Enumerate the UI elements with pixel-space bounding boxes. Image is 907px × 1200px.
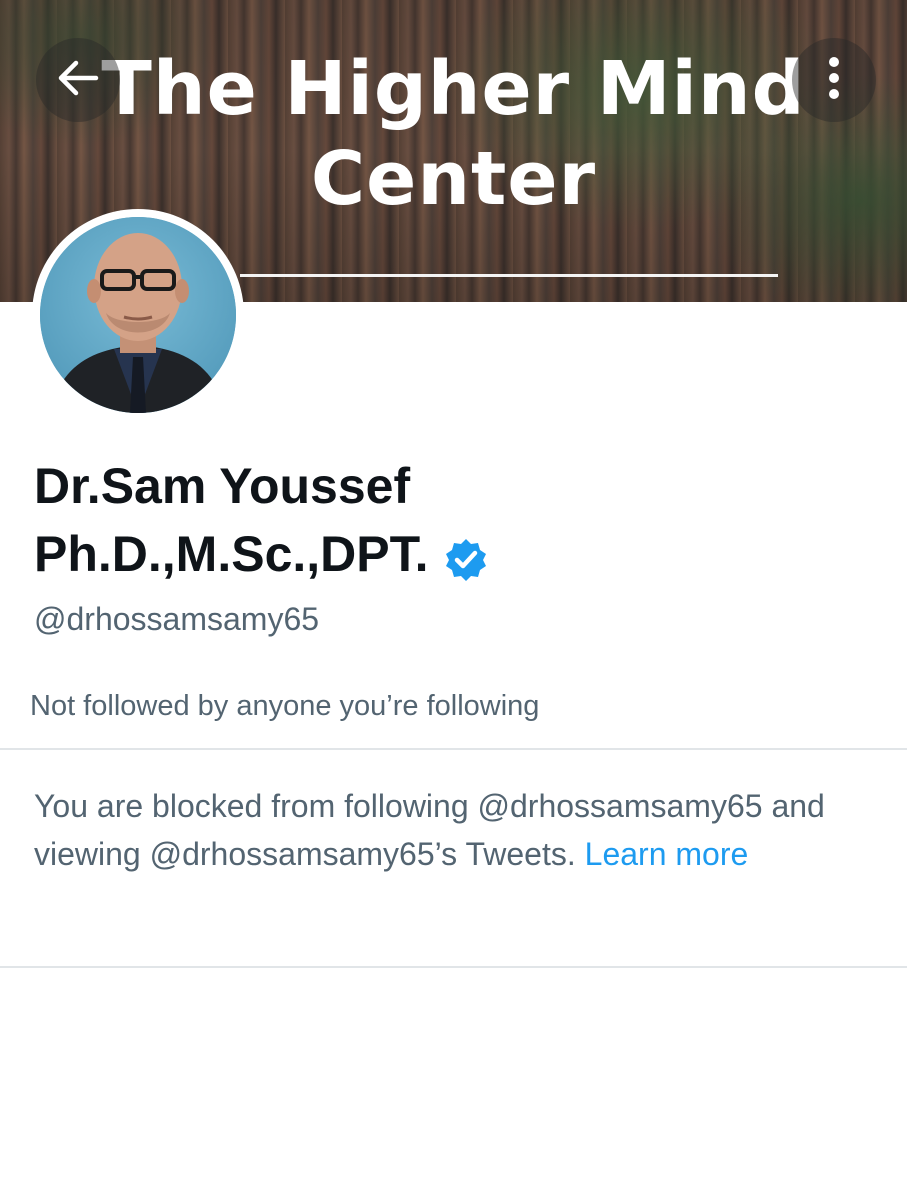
divider <box>0 966 907 968</box>
display-name-line-1: Dr.Sam Youssef <box>34 458 411 514</box>
profile-page: The Higher Mind Center Dr.Sam Youssef Ph… <box>0 0 907 1200</box>
more-vertical-icon <box>824 53 844 108</box>
followers-you-know-note: Not followed by anyone you’re following <box>30 690 540 722</box>
profile-handle: @drhossamsamy65 <box>34 601 320 637</box>
more-options-button[interactable] <box>792 38 876 122</box>
avatar-photo <box>40 217 236 413</box>
avatar[interactable] <box>32 209 244 421</box>
divider <box>0 748 907 750</box>
display-name-line-2: Ph.D.,M.Sc.,DPT. <box>34 520 854 588</box>
display-name: Dr.Sam Youssef Ph.D.,M.Sc.,DPT. <box>34 452 854 588</box>
banner-title: The Higher Mind Center <box>101 46 806 222</box>
display-name-credentials: Ph.D.,M.Sc.,DPT. <box>34 526 429 582</box>
back-button[interactable] <box>36 38 120 122</box>
learn-more-link[interactable]: Learn more <box>585 836 749 872</box>
banner-underline <box>240 274 778 277</box>
blocked-notice: You are blocked from following @drhossam… <box>34 782 864 878</box>
verified-badge-icon <box>443 532 489 581</box>
arrow-left-icon <box>52 52 104 109</box>
